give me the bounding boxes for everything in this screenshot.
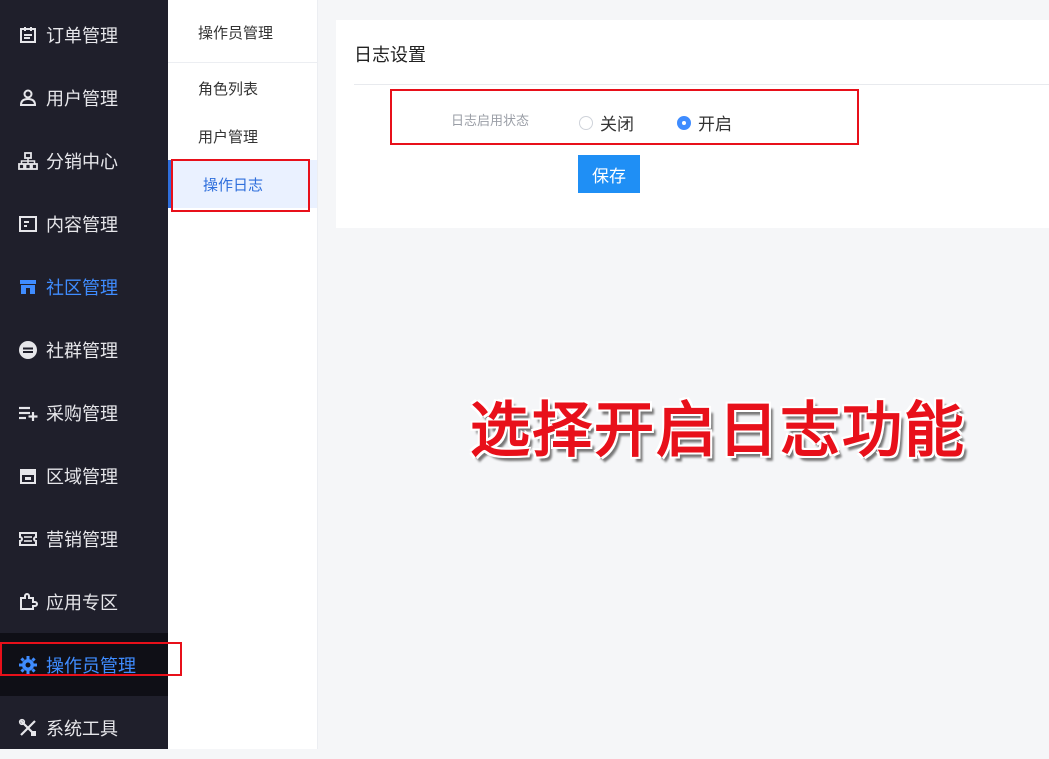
annotation-box-radio [390, 89, 859, 145]
annotation-box-sidebar [0, 642, 182, 676]
minus-circle-icon [18, 340, 38, 360]
sidebar-item-label: 社区管理 [46, 277, 118, 299]
org-chart-icon [18, 151, 38, 171]
secondary-menu: 操作员管理 角色列表 用户管理 操作日志 [168, 0, 318, 749]
sidebar-item-groups[interactable]: 社群管理 [0, 318, 168, 381]
card-icon [18, 214, 38, 234]
sidebar-item-label: 区域管理 [46, 466, 118, 488]
submenu-item-roles[interactable]: 角色列表 [168, 64, 317, 112]
instruction-caption: 选择开启日志功能 [470, 396, 966, 466]
puzzle-icon [18, 592, 38, 612]
sidebar-item-purchase[interactable]: 采购管理 [0, 381, 168, 444]
sidebar-item-users[interactable]: 用户管理 [0, 66, 168, 129]
sidebar-item-label: 采购管理 [46, 403, 118, 425]
submenu-title: 操作员管理 [168, 0, 317, 63]
sidebar-item-label: 内容管理 [46, 214, 118, 236]
sidebar-item-system-tools[interactable]: 系统工具 [0, 696, 168, 759]
sidebar-item-label: 应用专区 [46, 592, 118, 614]
annotation-box-submenu [171, 159, 310, 212]
sidebar-item-region[interactable]: 区域管理 [0, 444, 168, 507]
ticket-icon [18, 529, 38, 549]
sidebar-item-label: 用户管理 [46, 88, 118, 110]
card-title: 日志设置 [354, 45, 426, 66]
calendar-icon [18, 25, 38, 45]
sidebar-item-apps[interactable]: 应用专区 [0, 570, 168, 633]
sidebar-item-distribution[interactable]: 分销中心 [0, 129, 168, 192]
tools-icon [18, 718, 38, 738]
user-icon [18, 88, 38, 108]
submenu-item-users[interactable]: 用户管理 [168, 112, 317, 160]
sidebar-item-orders[interactable]: 订单管理 [0, 3, 168, 66]
list-add-icon [18, 403, 38, 423]
sidebar-item-label: 营销管理 [46, 529, 118, 551]
sidebar-item-content[interactable]: 内容管理 [0, 192, 168, 255]
sidebar-item-label: 社群管理 [46, 340, 118, 362]
sidebar-item-marketing[interactable]: 营销管理 [0, 507, 168, 570]
sidebar-item-label: 分销中心 [46, 151, 118, 173]
card-divider [354, 84, 1049, 85]
store-icon [18, 277, 38, 297]
sidebar-item-label: 订单管理 [46, 25, 118, 47]
sidebar-item-community[interactable]: 社区管理 [0, 255, 168, 318]
main-sidebar: 订单管理 用户管理 分销中心 内容管理 社区管理 社群管理 采购管理 区域管理 … [0, 0, 168, 749]
shop-icon [18, 466, 38, 486]
sidebar-item-label: 系统工具 [46, 718, 118, 740]
save-button[interactable]: 保存 [578, 155, 640, 193]
